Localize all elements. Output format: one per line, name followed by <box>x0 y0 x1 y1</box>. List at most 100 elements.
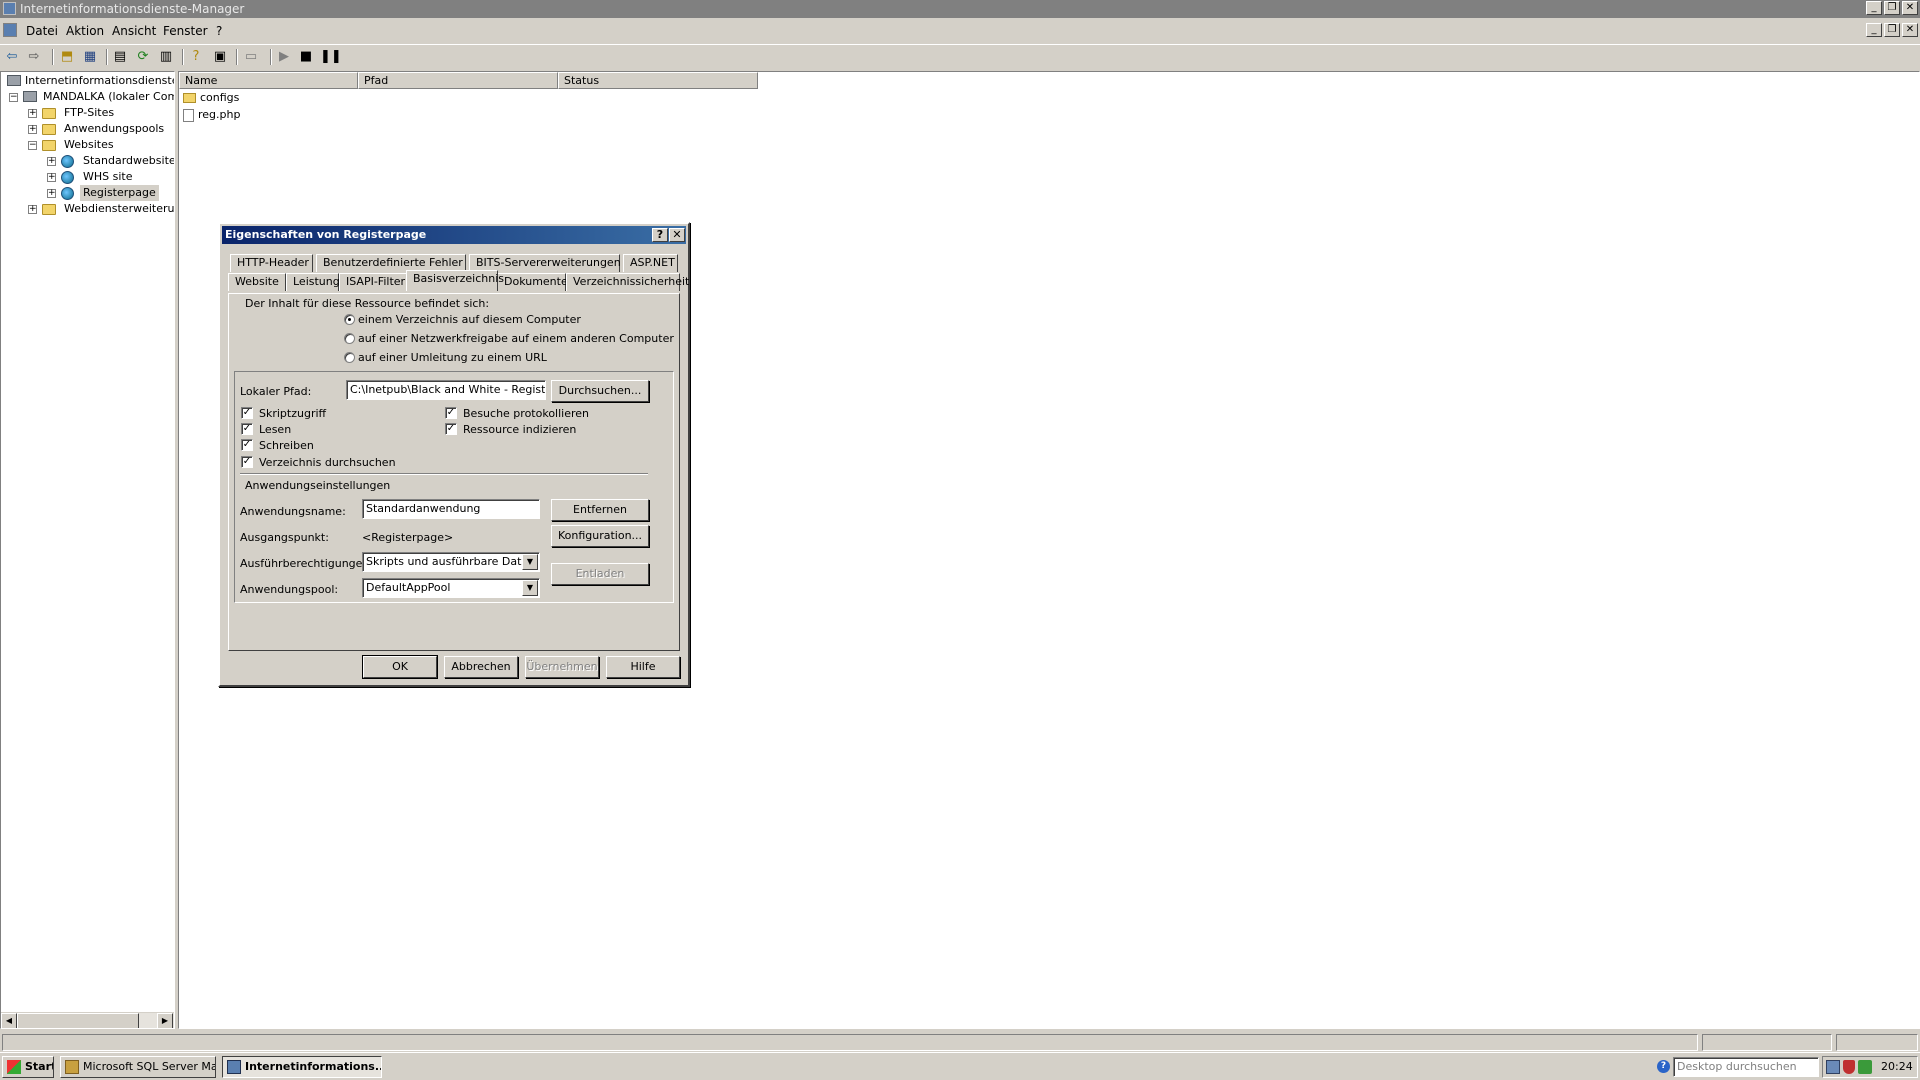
execute-permissions-value: Skripts und ausführbare Dateien <box>366 555 540 568</box>
app-pool-select[interactable]: DefaultAppPool ▼ <box>362 578 540 598</box>
checkbox-index-resource-label[interactable]: Ressource indizieren <box>463 423 576 436</box>
checkbox-script-access[interactable]: ✓ <box>241 407 253 419</box>
tree-horizontal-scrollbar[interactable]: ◀ ▶ <box>1 1012 174 1028</box>
tab-documents[interactable]: Dokumente <box>497 273 568 291</box>
show-tree-icon[interactable]: ▦ <box>82 49 98 65</box>
dropdown-arrow-icon[interactable]: ▼ <box>522 580 538 596</box>
stop-icon[interactable]: ■ <box>298 49 314 65</box>
tab-directory-security[interactable]: Verzeichnissicherheit <box>566 273 689 291</box>
restore-button[interactable]: ❐ <box>1884 1 1900 15</box>
tab-home-directory[interactable]: Basisverzeichnis <box>406 270 504 291</box>
taskbar-item-label: Microsoft SQL Server Ma... <box>83 1060 216 1073</box>
back-icon[interactable]: ⇦ <box>4 49 20 65</box>
expand-icon[interactable]: + <box>28 109 37 118</box>
mmc-icon[interactable] <box>3 23 17 37</box>
checkbox-directory-browsing-label[interactable]: Verzeichnis durchsuchen <box>259 456 396 469</box>
start-button[interactable]: Start <box>2 1056 54 1078</box>
child-restore-button[interactable]: ❐ <box>1884 23 1900 37</box>
properties-icon[interactable]: ▤ <box>112 49 128 65</box>
local-path-input[interactable]: C:\Inetpub\Black and White - Registersc <box>346 380 546 400</box>
minimize-button[interactable]: _ <box>1866 1 1882 15</box>
browse-button[interactable]: Durchsuchen... <box>551 380 649 402</box>
help-button[interactable]: Hilfe <box>606 656 680 678</box>
up-folder-icon[interactable]: ⬒ <box>59 49 75 65</box>
apply-button[interactable]: Übernehmen <box>525 656 599 678</box>
checkbox-script-access-label[interactable]: Skriptzugriff <box>259 407 326 420</box>
checkbox-write[interactable]: ✓ <box>241 439 253 451</box>
taskbar-item-iis-manager[interactable]: Internetinformations... <box>222 1056 382 1078</box>
collapse-icon[interactable]: − <box>9 93 18 102</box>
scroll-thumb[interactable] <box>17 1013 139 1028</box>
export-list-icon[interactable]: ▥ <box>158 49 174 65</box>
column-header-status[interactable]: Status <box>558 72 758 89</box>
scroll-left-icon[interactable]: ◀ <box>1 1013 17 1028</box>
unload-button[interactable]: Entladen <box>551 563 649 585</box>
execute-permissions-select[interactable]: Skripts und ausführbare Dateien ▼ <box>362 552 540 572</box>
radio-local-directory-label[interactable]: einem Verzeichnis auf diesem Computer <box>358 313 581 326</box>
dialog-close-button[interactable]: ✕ <box>669 228 685 242</box>
play-icon[interactable]: ▶ <box>276 49 292 65</box>
cancel-button[interactable]: Abbrechen <box>444 656 518 678</box>
dropdown-arrow-icon[interactable]: ▼ <box>522 554 538 570</box>
scroll-right-icon[interactable]: ▶ <box>157 1013 173 1028</box>
local-path-label: Lokaler Pfad: <box>240 385 312 398</box>
refresh-icon[interactable]: ⟳ <box>135 49 151 65</box>
expand-icon[interactable]: + <box>47 157 56 166</box>
list-item[interactable]: configs <box>183 90 239 106</box>
desktop-search-input[interactable]: Desktop durchsuchen <box>1673 1057 1819 1077</box>
action-pane-icon[interactable]: ▣ <box>212 49 228 65</box>
checkbox-directory-browsing[interactable]: ✓ <box>241 456 253 468</box>
status-panel <box>1702 1034 1832 1051</box>
tab-isapi-filter[interactable]: ISAPI-Filter <box>339 273 407 291</box>
column-header-path[interactable]: Pfad <box>358 72 558 89</box>
configuration-button[interactable]: Konfiguration... <box>551 525 649 547</box>
remove-button[interactable]: Entfernen <box>551 499 649 521</box>
forward-icon[interactable]: ⇨ <box>26 49 42 65</box>
radio-network-share-label[interactable]: auf einer Netzwerkfreigabe auf einem and… <box>358 332 674 345</box>
clock[interactable]: 20:24 <box>1881 1060 1913 1073</box>
menu-ansicht[interactable]: Ansicht <box>112 24 156 38</box>
radio-url-redirect[interactable] <box>344 352 355 363</box>
checkbox-log-visits-label[interactable]: Besuche protokollieren <box>463 407 589 420</box>
dialog-title: Eigenschaften von Registerpage <box>225 228 427 241</box>
help-icon[interactable]: ? <box>188 49 204 65</box>
ok-button[interactable]: OK <box>362 655 438 679</box>
expand-icon[interactable]: + <box>47 189 56 198</box>
column-header-name[interactable]: Name <box>179 72 358 89</box>
collapse-icon[interactable]: − <box>28 141 37 150</box>
app-name-input[interactable]: Standardanwendung <box>362 499 540 519</box>
close-button[interactable]: ✕ <box>1902 1 1918 15</box>
app-settings-heading: Anwendungseinstellungen <box>245 479 391 492</box>
child-close-button[interactable]: ✕ <box>1902 23 1918 37</box>
tab-http-header[interactable]: HTTP-Header <box>230 254 313 272</box>
shield-icon[interactable] <box>1843 1060 1855 1074</box>
menu-aktion[interactable]: Aktion <box>66 24 104 38</box>
checkbox-write-label[interactable]: Schreiben <box>259 439 314 452</box>
checkbox-index-resource[interactable]: ✓ <box>445 423 457 435</box>
computer-icon[interactable]: ▭ <box>243 49 259 65</box>
expand-icon[interactable]: + <box>47 173 56 182</box>
menu-help[interactable]: ? <box>216 24 222 38</box>
tab-performance[interactable]: Leistung <box>286 273 340 291</box>
menu-fenster[interactable]: Fenster <box>163 24 208 38</box>
expand-icon[interactable]: + <box>28 125 37 134</box>
checkbox-read-label[interactable]: Lesen <box>259 423 291 436</box>
checkbox-log-visits[interactable]: ✓ <box>445 407 457 419</box>
taskbar-item-sql-server[interactable]: Microsoft SQL Server Ma... <box>60 1056 216 1078</box>
tree-item-computer[interactable]: − MANDALKA (lokaler Compu <box>9 89 174 105</box>
dialog-help-button[interactable]: ? <box>652 228 668 242</box>
list-item[interactable]: reg.php <box>183 107 240 123</box>
menu-datei[interactable]: Datei <box>26 24 58 38</box>
tab-website[interactable]: Website <box>228 273 286 291</box>
search-help-icon[interactable]: ? <box>1657 1060 1670 1073</box>
expand-icon[interactable]: + <box>28 205 37 214</box>
radio-local-directory[interactable] <box>344 314 355 325</box>
tab-asp-net[interactable]: ASP.NET <box>623 254 678 272</box>
pause-icon[interactable]: ❚❚ <box>320 49 342 65</box>
network-icon[interactable] <box>1826 1060 1840 1074</box>
radio-url-redirect-label[interactable]: auf einer Umleitung zu einem URL <box>358 351 547 364</box>
checkbox-read[interactable]: ✓ <box>241 423 253 435</box>
radio-network-share[interactable] <box>344 333 355 344</box>
update-icon[interactable] <box>1858 1060 1872 1074</box>
child-minimize-button[interactable]: _ <box>1866 23 1882 37</box>
